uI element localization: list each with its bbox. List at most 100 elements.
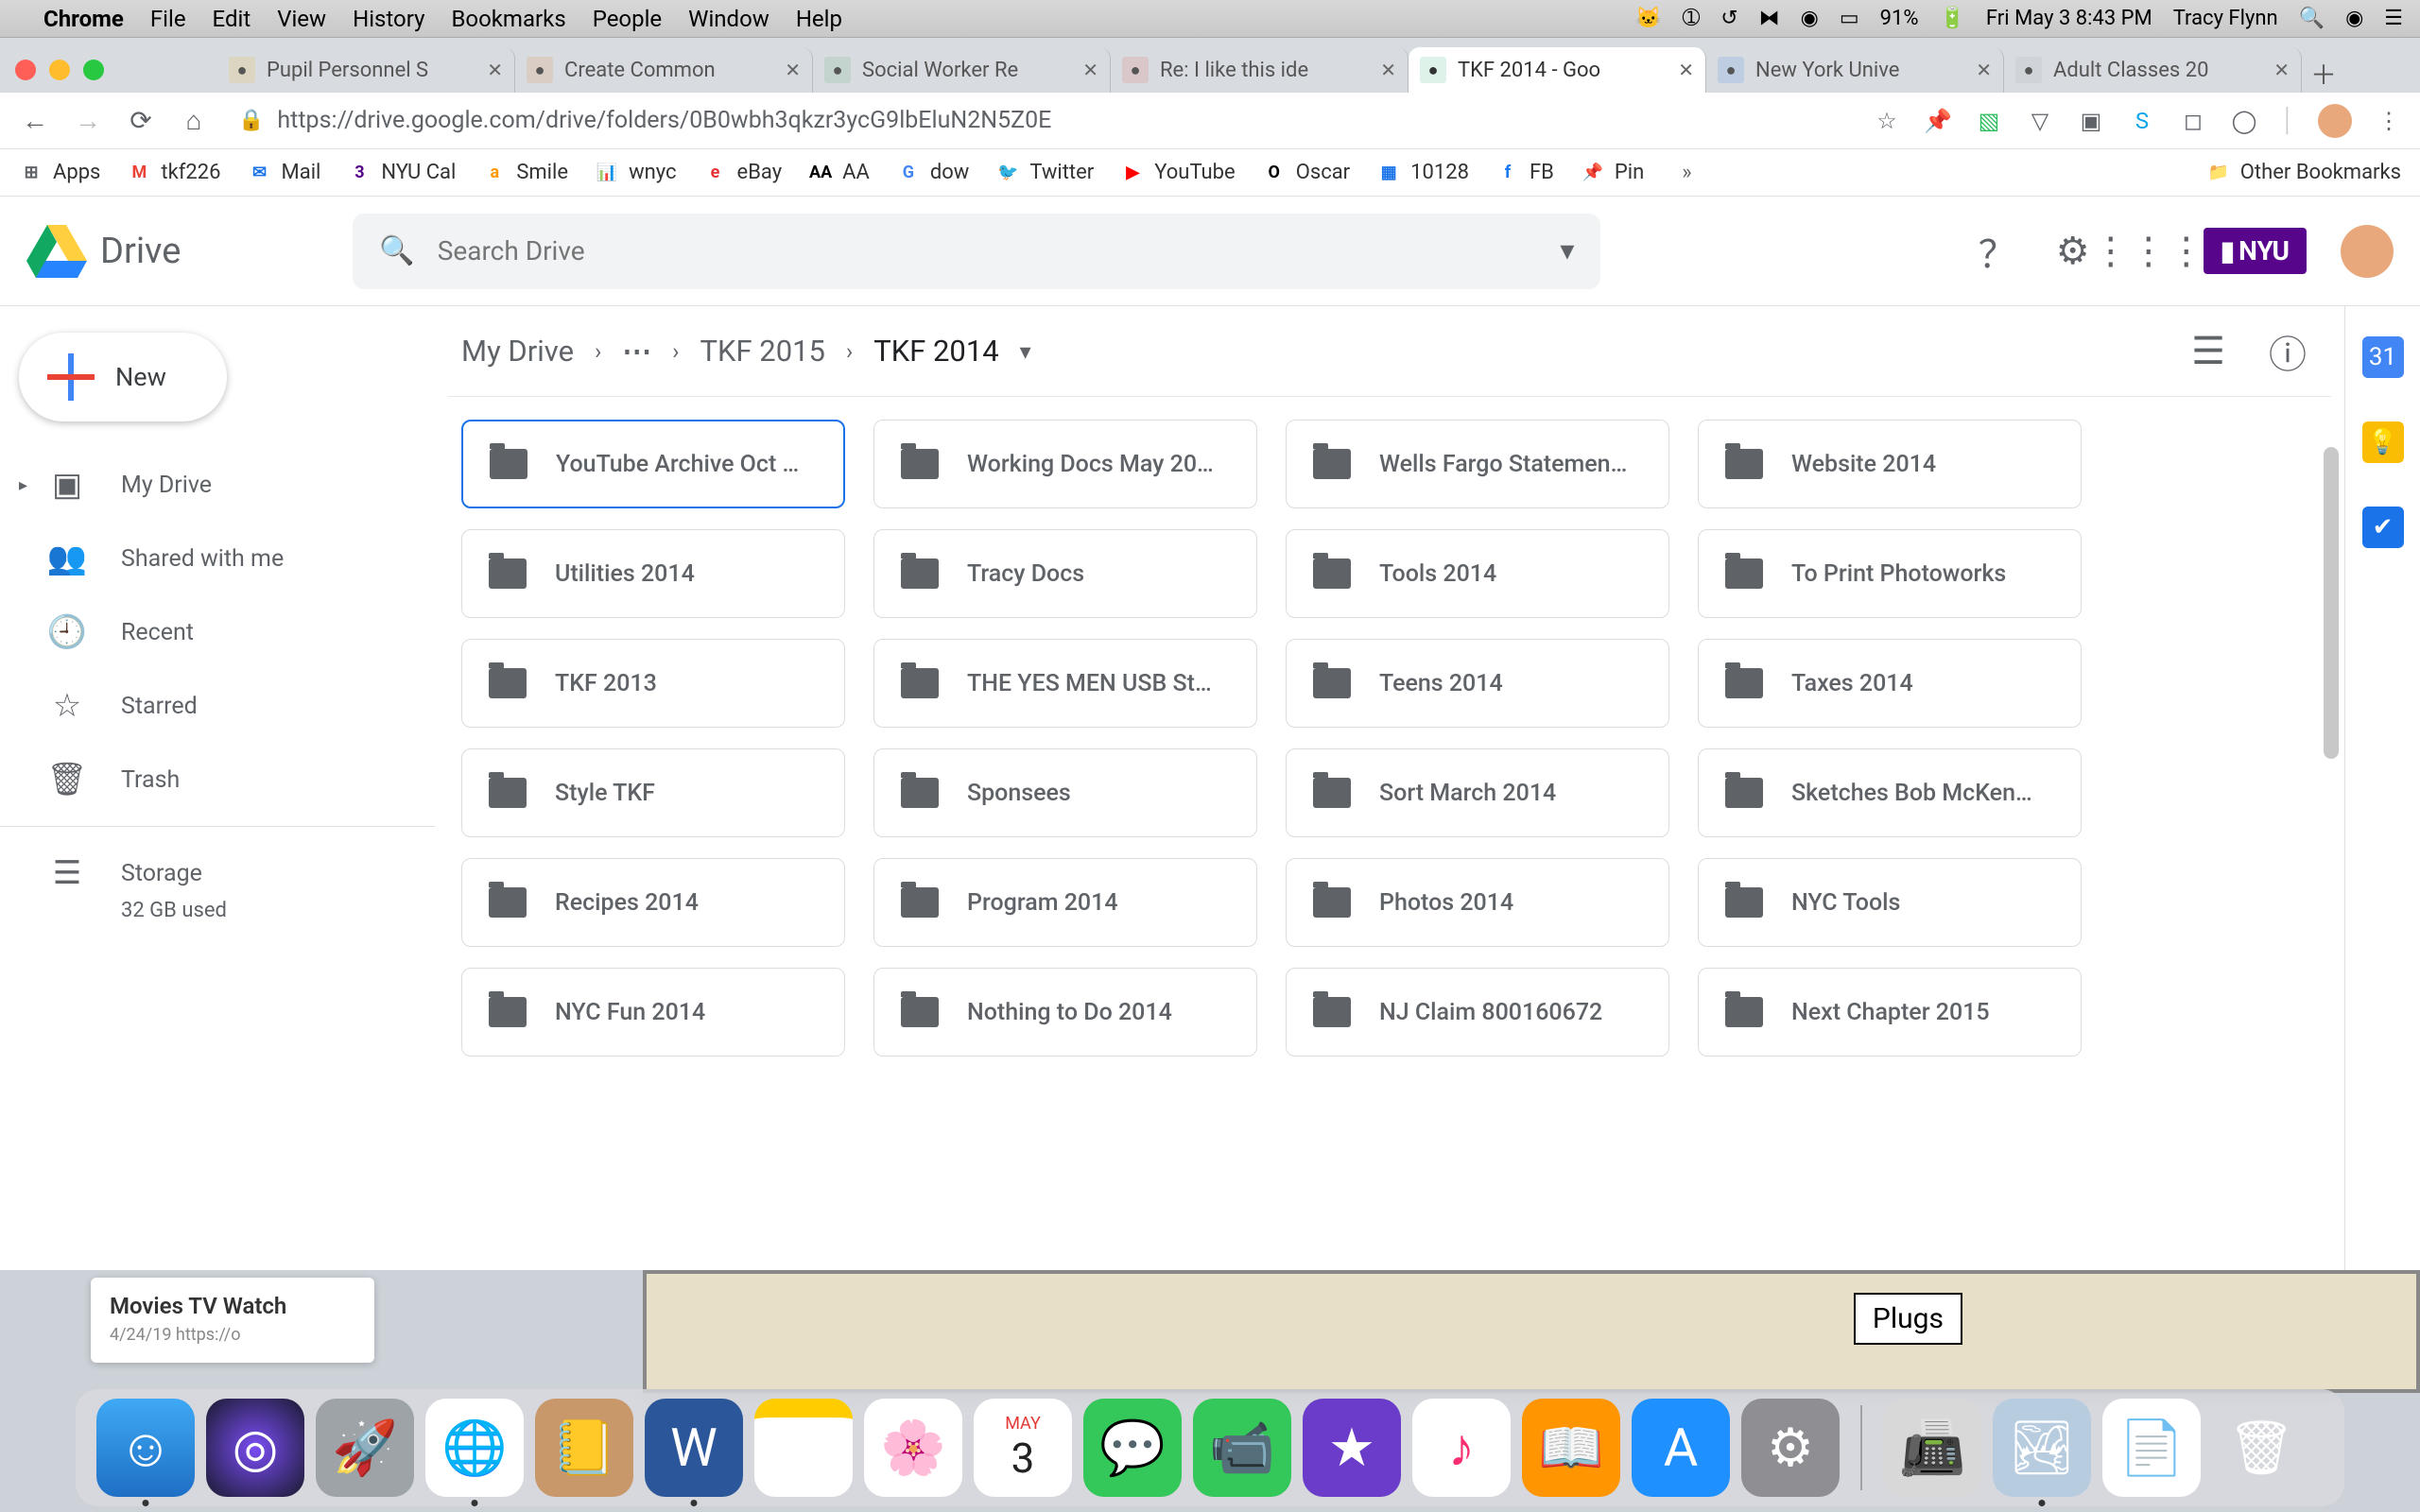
dock-music[interactable]: ♪ — [1412, 1399, 1511, 1497]
folder-item[interactable]: Sort March 2014 — [1286, 748, 1669, 837]
menu-file[interactable]: File — [150, 6, 186, 32]
folder-item[interactable]: Program 2014 — [873, 858, 1257, 947]
folder-item[interactable]: Working Docs May 20… — [873, 420, 1257, 508]
close-window[interactable] — [15, 60, 36, 80]
bookmark-item[interactable]: Gdow — [896, 161, 970, 185]
chevron-down-icon[interactable]: ▾ — [1020, 338, 1031, 365]
bookmark-item[interactable]: ⊞Apps — [19, 161, 100, 185]
browser-tab[interactable]: ●TKF 2014 - Goo✕ — [1409, 47, 1706, 93]
folder-item[interactable]: Taxes 2014 — [1698, 639, 2082, 728]
dock-chrome[interactable]: 🌐 — [425, 1399, 524, 1497]
dock-calendar[interactable]: MAY3 — [974, 1399, 1072, 1497]
wifi-icon[interactable]: ◉ — [1801, 7, 1819, 30]
sidebar-recent[interactable]: 🕘 Recent — [0, 595, 435, 669]
folder-item[interactable]: Photos 2014 — [1286, 858, 1669, 947]
bookmark-item[interactable]: OOscar — [1262, 161, 1350, 185]
user-name[interactable]: Tracy Flynn — [2173, 7, 2278, 30]
dock-scanner[interactable]: 📠 — [1883, 1399, 1981, 1497]
sidebar-shared[interactable]: 👥 Shared with me — [0, 522, 435, 595]
folder-item[interactable]: YouTube Archive Oct … — [461, 420, 845, 508]
folder-item[interactable]: Website 2014 — [1698, 420, 2082, 508]
bluetooth-icon[interactable]: ⧓ — [1759, 7, 1780, 30]
reload-button[interactable]: ⟳ — [123, 103, 159, 139]
ext-icon-6[interactable]: ◻ — [2179, 107, 2207, 135]
pocket-ext-icon[interactable]: ▽ — [2026, 107, 2054, 135]
dock-messages[interactable]: 💬 — [1083, 1399, 1182, 1497]
close-tab-icon[interactable]: ✕ — [1082, 59, 1098, 81]
address-bar[interactable]: 🔒 https://drive.google.com/drive/folders… — [229, 107, 1856, 134]
ext-icon-5[interactable]: S — [2128, 107, 2156, 135]
dock-imovie[interactable]: ★ — [1303, 1399, 1401, 1497]
dock-trash[interactable]: 🗑 — [2212, 1399, 2310, 1497]
scrollbar[interactable] — [2324, 447, 2339, 759]
pinterest-ext-icon[interactable]: 📌 — [1924, 107, 1952, 135]
notification-icon[interactable]: ☰ — [2384, 7, 2403, 30]
dock-doc[interactable]: 📄 — [2102, 1399, 2201, 1497]
dock-finder[interactable]: ☺ — [96, 1399, 195, 1497]
back-button[interactable]: ← — [17, 103, 53, 139]
new-button[interactable]: New — [19, 333, 227, 421]
settings-icon[interactable]: ⚙ — [2052, 231, 2094, 272]
ext-icon-7[interactable]: ◯ — [2230, 107, 2258, 135]
search-options-icon[interactable]: ▾ — [1560, 234, 1574, 267]
dock-word[interactable]: W — [645, 1399, 743, 1497]
profile-avatar[interactable] — [2318, 104, 2352, 138]
new-tab-button[interactable]: ＋ — [2302, 55, 2345, 93]
bookmark-item[interactable]: ▶YouTube — [1120, 161, 1235, 185]
close-tab-icon[interactable]: ✕ — [487, 59, 503, 81]
sidebar-my-drive[interactable]: ▸ ▣ My Drive — [0, 448, 435, 522]
menu-help[interactable]: Help — [796, 6, 842, 32]
apps-icon[interactable]: ⋮⋮⋮ — [2128, 231, 2169, 272]
maximize-window[interactable] — [83, 60, 104, 80]
folder-item[interactable]: THE YES MEN USB St… — [873, 639, 1257, 728]
other-bookmarks[interactable]: 📁 Other Bookmarks — [2206, 161, 2401, 185]
preview-card[interactable]: Movies TV Watch 4/24/19 https://o — [91, 1278, 374, 1363]
folder-item[interactable]: Tools 2014 — [1286, 529, 1669, 618]
ext-icon-4[interactable]: ▣ — [2077, 107, 2105, 135]
folder-item[interactable]: Nothing to Do 2014 — [873, 968, 1257, 1057]
list-view-icon[interactable]: ☰ — [2187, 331, 2229, 372]
browser-tab[interactable]: ●Adult Classes 20✕ — [2004, 47, 2302, 93]
close-tab-icon[interactable]: ✕ — [1678, 59, 1694, 81]
sidebar-starred[interactable]: ☆ Starred — [0, 669, 435, 743]
folder-item[interactable]: Style TKF — [461, 748, 845, 837]
folder-item[interactable]: Sketches Bob McKen… — [1698, 748, 2082, 837]
crumb-parent[interactable]: TKF 2015 — [700, 334, 825, 369]
folder-item[interactable]: NJ Claim 800160672 — [1286, 968, 1669, 1057]
spotlight-icon[interactable]: 🔍 — [2299, 7, 2325, 30]
dock-facetime[interactable]: 📹 — [1193, 1399, 1291, 1497]
support-icon[interactable]: ？ — [1977, 231, 2018, 272]
menu-history[interactable]: History — [353, 6, 424, 32]
menu-window[interactable]: Window — [688, 6, 769, 32]
folder-item[interactable]: NYC Tools — [1698, 858, 2082, 947]
battery-icon[interactable]: 🔋 — [1940, 7, 1965, 30]
dock-siri[interactable]: ◎ — [206, 1399, 304, 1497]
evernote-ext-icon[interactable]: ▧ — [1975, 107, 2003, 135]
crumb-overflow[interactable]: ⋯ — [622, 334, 651, 369]
bookmark-item[interactable]: aSmile — [482, 161, 568, 185]
tasks-addon-icon[interactable]: ✔ — [2362, 507, 2404, 548]
menu-edit[interactable]: Edit — [213, 6, 251, 32]
browser-tab[interactable]: ●New York Unive✕ — [1706, 47, 2004, 93]
siri-icon[interactable]: ◉ — [2345, 7, 2363, 30]
menu-people[interactable]: People — [593, 6, 662, 32]
browser-tab[interactable]: ●Re: I like this ide✕ — [1111, 47, 1409, 93]
timemachine-icon[interactable]: ↺ — [1720, 7, 1737, 30]
dock-appstore[interactable]: A — [1632, 1399, 1730, 1497]
folder-item[interactable]: Utilities 2014 — [461, 529, 845, 618]
calendar-addon-icon[interactable]: 31 — [2362, 336, 2404, 378]
bookmark-item[interactable]: ✉Mail — [248, 161, 321, 185]
minimize-window[interactable] — [49, 60, 70, 80]
clock[interactable]: Fri May 3 8:43 PM — [1986, 7, 2152, 30]
bookmark-item[interactable]: ▦10128 — [1376, 161, 1469, 185]
org-badge[interactable]: ▮NYU — [2204, 228, 2307, 274]
crumb-current[interactable]: TKF 2014 — [873, 334, 998, 369]
folder-item[interactable]: Teens 2014 — [1286, 639, 1669, 728]
folder-item[interactable]: Wells Fargo Statemen… — [1286, 420, 1669, 508]
dock-ibooks[interactable]: 📖 — [1522, 1399, 1620, 1497]
folder-item[interactable]: TKF 2013 — [461, 639, 845, 728]
display-icon[interactable]: ▭ — [1840, 7, 1859, 30]
close-tab-icon[interactable]: ✕ — [1976, 59, 1992, 81]
folder-item[interactable]: Tracy Docs — [873, 529, 1257, 618]
search-box[interactable]: 🔍 ▾ — [353, 214, 1600, 289]
